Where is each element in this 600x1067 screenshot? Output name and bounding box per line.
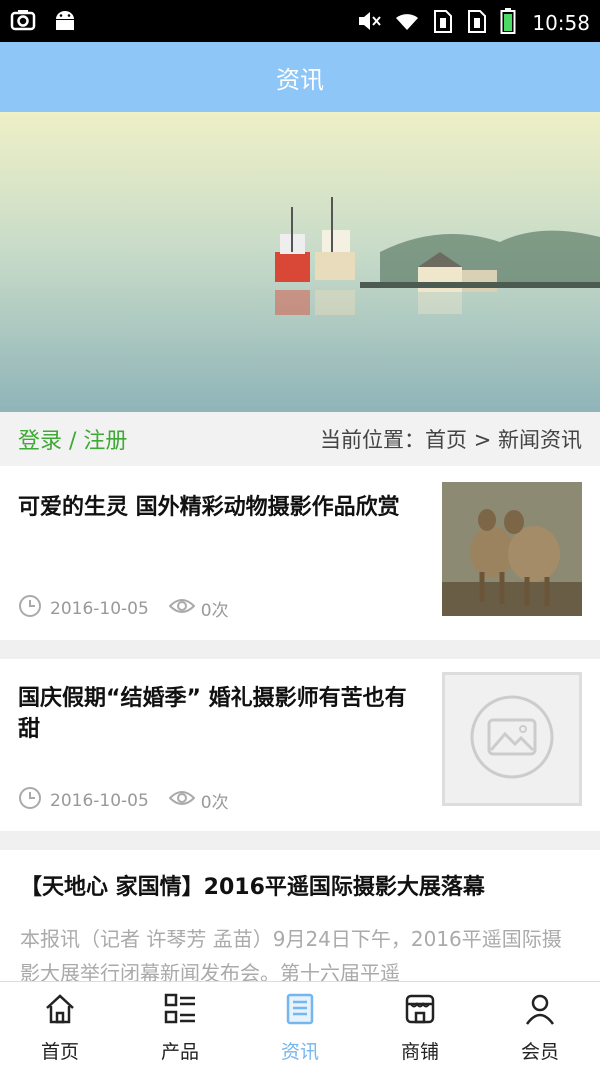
- nav-label: 产品: [160, 1041, 199, 1063]
- clock-icon: [18, 786, 42, 815]
- eye-icon: [168, 596, 196, 621]
- clock-icon: [18, 594, 42, 623]
- nav-label: 商铺: [400, 1041, 439, 1063]
- news-item[interactable]: 【天地心 家国情】2016平遥国际摄影大展落幕 本报讯（记者 许琴芳 孟苗）9月…: [0, 850, 600, 981]
- nav-item-news[interactable]: 资讯: [240, 982, 360, 1067]
- screenshot-icon: [10, 7, 36, 37]
- news-title[interactable]: 可爱的生灵 国外精彩动物摄影作品欣赏: [18, 492, 418, 523]
- user-icon: [523, 992, 557, 1031]
- banner-image[interactable]: [0, 112, 600, 412]
- home-icon: [43, 992, 77, 1031]
- android-icon: [52, 7, 78, 37]
- app-header: 资讯: [0, 42, 600, 112]
- news-item[interactable]: 可爱的生灵 国外精彩动物摄影作品欣赏 2016-10-05 0次: [0, 466, 600, 640]
- news-thumbnail-placeholder[interactable]: [442, 672, 582, 806]
- image-placeholder-icon: [467, 692, 557, 786]
- news-thumbnail[interactable]: [442, 482, 582, 616]
- sim1-icon: [432, 8, 454, 38]
- nav-item-shop[interactable]: 商铺: [360, 982, 480, 1067]
- sim2-icon: [466, 8, 488, 38]
- shop-icon: [403, 992, 437, 1031]
- nav-item-home[interactable]: 首页: [0, 982, 120, 1067]
- news-icon: [283, 992, 317, 1031]
- breadcrumb: 当前位置：首页 > 新闻资讯: [320, 428, 582, 452]
- news-title[interactable]: 【天地心 家国情】2016平遥国际摄影大展落幕: [20, 872, 580, 903]
- clock: 10:58: [532, 11, 590, 35]
- news-title[interactable]: 国庆假期“结婚季” 婚礼摄影师有苦也有甜: [18, 683, 418, 745]
- news-date: 2016-10-05: [50, 598, 149, 619]
- news-date: 2016-10-05: [50, 790, 149, 811]
- eye-icon: [168, 788, 196, 813]
- location-bar: 登录 / 注册 当前位置：首页 > 新闻资讯: [0, 412, 600, 466]
- news-item[interactable]: 国庆假期“结婚季” 婚礼摄影师有苦也有甜 2016-10-05 0次: [0, 659, 600, 831]
- nav-label: 首页: [40, 1041, 79, 1063]
- nav-item-products[interactable]: 产品: [120, 982, 240, 1067]
- list-icon: [163, 992, 197, 1031]
- nav-label: 会员: [520, 1041, 559, 1063]
- mute-icon: [356, 8, 382, 38]
- nav-label: 资讯: [280, 1041, 319, 1063]
- login-register-link[interactable]: 登录 / 注册: [18, 423, 127, 455]
- page-title: 资讯: [276, 65, 324, 94]
- news-views: 0次: [200, 793, 229, 813]
- news-views: 0次: [200, 601, 229, 621]
- news-meta: 2016-10-05 0次: [18, 786, 229, 815]
- wifi-icon: [394, 8, 420, 38]
- battery-icon: [500, 7, 516, 39]
- status-bar: 10:58: [0, 0, 600, 42]
- bottom-nav: 首页 产品 资讯 商铺 会员: [0, 981, 600, 1067]
- news-meta: 2016-10-05 0次: [18, 594, 229, 623]
- nav-item-member[interactable]: 会员: [480, 982, 600, 1067]
- news-summary: 本报讯（记者 许琴芳 孟苗）9月24日下午，2016平遥国际摄影大展举行闭幕新闻…: [20, 927, 562, 981]
